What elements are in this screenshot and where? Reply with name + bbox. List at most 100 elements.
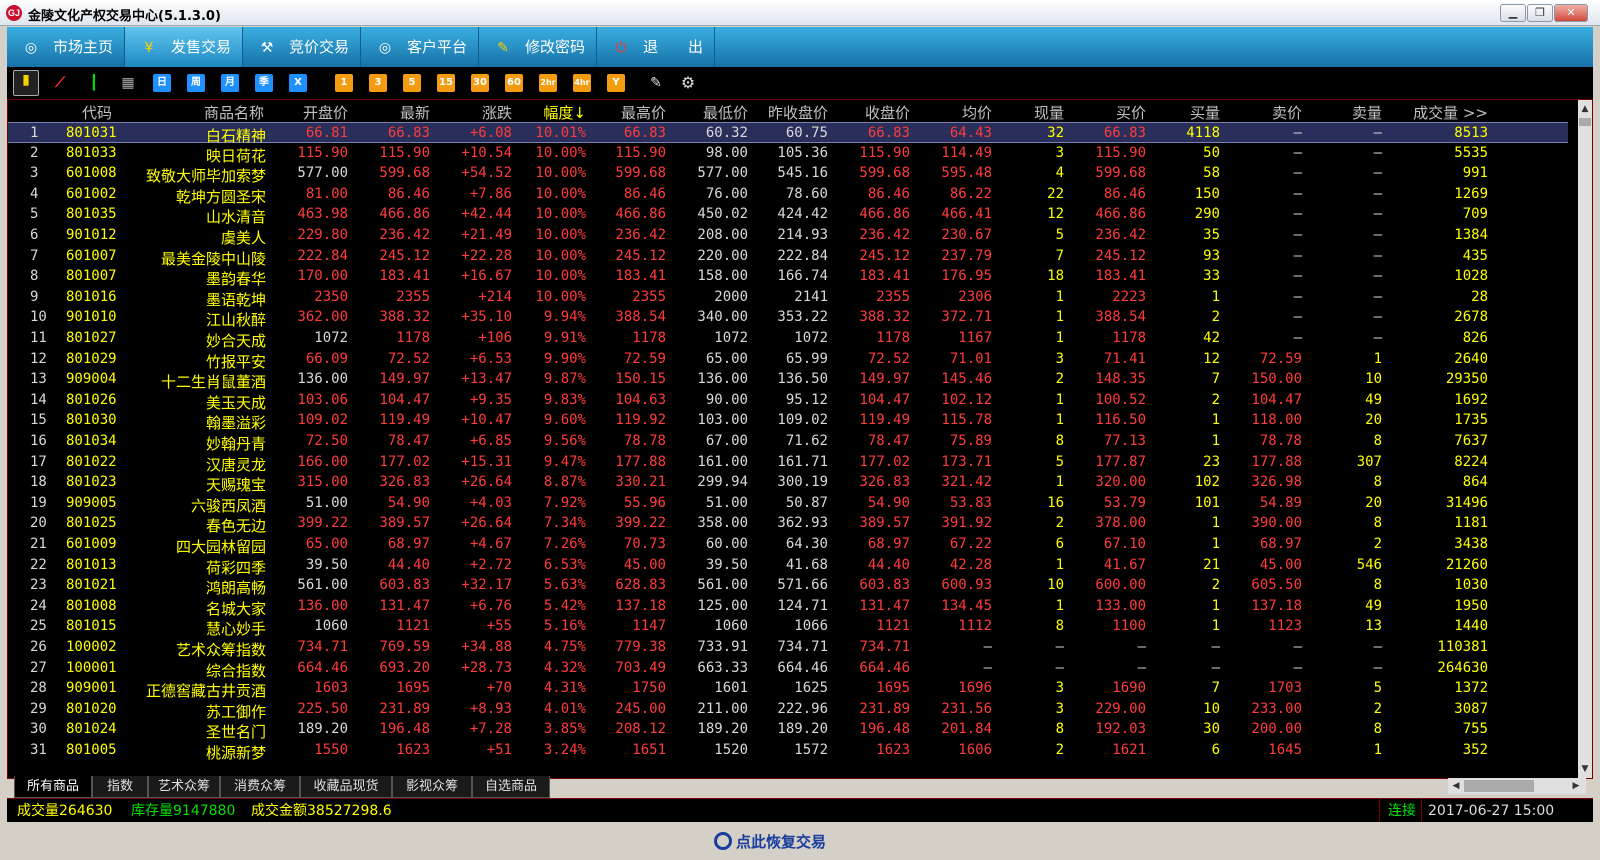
- nav-auction-button[interactable]: ⚒ 竞价交易: [243, 27, 361, 67]
- table-row[interactable]: 12 801029 竹报平安 66.09 72.52 +6.53 9.90% 72.59 65.…: [8, 349, 1568, 371]
- cell: 7.92%: [543, 494, 586, 511]
- nav-yuan-button[interactable]: ¥ 发售交易: [125, 27, 243, 67]
- restore-trading-link[interactable]: 点此恢复交易: [736, 831, 826, 852]
- table-row[interactable]: 2 801033 映日荷花 115.90 115.90 +10.54 10.00% 115.9…: [8, 143, 1568, 165]
- table-row[interactable]: 28 909001 正德窖藏古井贡酒 1603 1695 +70 4.31% 1750 1601…: [8, 678, 1568, 700]
- cell: 1621: [1112, 742, 1146, 758]
- table-row[interactable]: 14 801026 美玉天成 103.06 104.47 +9.35 9.83% 104.63…: [8, 390, 1568, 412]
- table-row[interactable]: 22 801013 荷彩四季 39.50 44.40 +2.72 6.53% 45.00 39.…: [8, 555, 1568, 577]
- table-row[interactable]: 24 801008 名城大家 136.00 131.47 +6.76 5.42% 137.18…: [8, 596, 1568, 618]
- cell: 264630: [1437, 659, 1488, 676]
- line-chart-icon[interactable]: ⟋: [51, 74, 69, 92]
- restore-window-button[interactable]: ❐: [1527, 4, 1553, 22]
- table-row[interactable]: 27 100001 综合指数 664.46 693.20 +28.73 4.32% 703.4…: [8, 658, 1568, 680]
- minute-8-button[interactable]: Y: [607, 74, 625, 92]
- cell: +6.85: [469, 433, 512, 449]
- bar-chart-icon[interactable]: ▮: [13, 70, 39, 96]
- minute-7-button[interactable]: 4hr: [573, 74, 591, 92]
- cell: 300.19: [777, 474, 828, 491]
- table-row[interactable]: 23 801021 鸿朗高畅 561.00 603.83 +32.17 5.63% 628.8…: [8, 575, 1568, 597]
- vertical-scrollbar[interactable]: ▲ ▼: [1578, 100, 1592, 778]
- table-row[interactable]: 21 601009 四大园林留园 65.00 68.97 +4.67 7.26% 70.73 6…: [8, 534, 1568, 556]
- table-row[interactable]: 5 801035 山水清音 463.98 466.86 +42.44 10.00% 466.8…: [8, 204, 1568, 226]
- table-row[interactable]: 26 100002 艺术众筹指数 734.71 769.59 +34.88 4.75% 779…: [8, 637, 1568, 659]
- cell: 183.41: [615, 268, 666, 285]
- scroll-up-icon[interactable]: ▲: [1579, 102, 1591, 116]
- period-2-button[interactable]: 月: [221, 74, 239, 92]
- table-row[interactable]: 15 801030 翰墨溢彩 109.02 119.49 +10.47 9.60% 119.9…: [8, 410, 1568, 432]
- settings-gear-icon[interactable]: ⚙: [679, 74, 697, 92]
- tab-3[interactable]: 消费众筹: [220, 776, 300, 798]
- nav-key-button[interactable]: ✎ 修改密码: [479, 27, 597, 67]
- table-row[interactable]: 17 801022 汉唐灵龙 166.00 177.02 +15.31 9.47% 177.8…: [8, 452, 1568, 474]
- table-row[interactable]: 11 801027 妙合天成 1072 1178 +106 9.91% 1178 1072 107…: [8, 328, 1568, 350]
- cell: 389.57: [379, 515, 430, 532]
- table-row[interactable]: 10 901010 江山秋醉 362.00 388.32 +35.10 9.94% 388.5…: [8, 307, 1568, 329]
- table-row[interactable]: 1 801031 白石精神 66.81 66.83 +6.08 10.01% 66.83 60.…: [8, 122, 1568, 145]
- candle-chart-icon[interactable]: ┃: [85, 74, 103, 92]
- period-3-button[interactable]: 季: [255, 74, 273, 92]
- table-row[interactable]: 8 801007 墨韵春华 170.00 183.41 +16.67 10.00% 183.4…: [8, 266, 1568, 288]
- minute-1-button[interactable]: 3: [369, 74, 387, 92]
- cell: 8: [1373, 433, 1382, 449]
- table-row[interactable]: 9 801016 墨语乾坤 2350 2355 +214 10.00% 2355 2000 214…: [8, 287, 1568, 309]
- period-0-button[interactable]: 日: [153, 74, 171, 92]
- main-nav: ◎ 市场主页 ¥ 发售交易 ⚒ 竞价交易 ◎ 客户平台 ✎ 修改密码 ⏻ 退 出: [7, 27, 1593, 67]
- tab-4[interactable]: 收藏品现货: [300, 776, 392, 798]
- nav-power-button[interactable]: ⏻ 退 出: [597, 27, 715, 67]
- minute-5-button[interactable]: 60: [505, 74, 523, 92]
- product-code: 801035: [66, 206, 117, 223]
- minimize-button[interactable]: ▁: [1500, 4, 1526, 22]
- table-row[interactable]: 29 801020 苏工御作 225.50 231.89 +8.93 4.01% 245.00…: [8, 699, 1568, 721]
- restore-icon[interactable]: [714, 832, 732, 850]
- table-row[interactable]: 4 601002 乾坤方圆圣宋 81.00 86.46 +7.86 10.00% 86.46 7…: [8, 184, 1568, 206]
- cell: 161.00: [697, 453, 748, 470]
- cell: 2: [1055, 371, 1064, 388]
- tab-1[interactable]: 指数: [92, 776, 148, 798]
- table-row[interactable]: 16 801034 妙翰丹青 72.50 78.47 +6.85 9.56% 78.78 67.…: [8, 431, 1568, 453]
- table-row[interactable]: 25 801015 慧心妙手 1060 1121 +55 5.16% 1147 1060 1066…: [8, 616, 1568, 638]
- table-row[interactable]: 3 601008 致敬大师毕加索梦 577.00 599.68 +54.52 10.00% 5…: [8, 163, 1568, 185]
- minute-0-button[interactable]: 1: [335, 74, 353, 92]
- cell: 45.00: [623, 556, 666, 573]
- cell: 2: [1211, 309, 1220, 326]
- scroll-right-icon[interactable]: ▶: [1570, 779, 1582, 793]
- table-row[interactable]: 30 801024 圣世名门 189.20 196.48 +7.28 3.85% 208.12…: [8, 719, 1568, 741]
- table-row[interactable]: 19 909005 六骏西凤酒 51.00 54.90 +4.03 7.92% 55.96 51…: [8, 493, 1568, 515]
- nav-client-button[interactable]: ◎ 客户平台: [361, 27, 479, 67]
- calendar-icon[interactable]: ▦: [119, 74, 137, 92]
- draw-tool-icon[interactable]: ✎: [647, 74, 665, 92]
- period-4-button[interactable]: X: [289, 74, 307, 92]
- table-row[interactable]: 31 801005 桃源新梦 1550 1623 +51 3.24% 1651 1520 1572…: [8, 740, 1568, 762]
- minute-6-button[interactable]: 2hr: [539, 74, 557, 92]
- scroll-thumb[interactable]: [1579, 118, 1591, 126]
- minute-2-button[interactable]: 5: [403, 74, 421, 92]
- cell: 28: [1471, 288, 1488, 305]
- close-button[interactable]: ✕: [1554, 4, 1588, 22]
- cell: 1384: [1454, 227, 1488, 243]
- period-1-button[interactable]: 周: [187, 74, 205, 92]
- hscroll-thumb[interactable]: [1464, 780, 1534, 792]
- table-row[interactable]: 6 901012 虞美人 229.80 236.42 +21.49 10.00% 236.42…: [8, 225, 1568, 247]
- row-index: 12: [30, 350, 47, 367]
- table-row[interactable]: 13 909004 十二生肖鼠董酒 136.00 149.97 +13.47 9.87% 15…: [8, 369, 1568, 391]
- tab-2[interactable]: 艺术众筹: [148, 776, 220, 798]
- tab-0[interactable]: 所有商品: [14, 776, 92, 798]
- horizontal-scrollbar[interactable]: ◀ ▶: [1448, 778, 1586, 794]
- cell: 103.06: [297, 391, 348, 408]
- cell: 466.86: [1095, 206, 1146, 223]
- tab-5[interactable]: 影视众筹: [392, 776, 472, 798]
- cell: 9.94%: [543, 309, 586, 326]
- minute-3-button[interactable]: 15: [437, 74, 455, 92]
- table-row[interactable]: 20 801025 春色无边 399.22 389.57 +26.64 7.34% 399.2…: [8, 513, 1568, 535]
- cell: 21: [1203, 556, 1220, 573]
- nav-home-button[interactable]: ◎ 市场主页: [7, 27, 125, 67]
- scroll-down-icon[interactable]: ▼: [1579, 762, 1591, 776]
- minute-4-button[interactable]: 30: [471, 74, 489, 92]
- table-row[interactable]: 7 601007 最美金陵中山陵 222.84 245.12 +22.28 10.00% 24…: [8, 246, 1568, 268]
- scroll-left-icon[interactable]: ◀: [1450, 779, 1462, 793]
- cell: 399.22: [615, 515, 666, 532]
- tab-6[interactable]: 自选商品: [472, 776, 550, 798]
- table-row[interactable]: 18 801023 天赐瑰宝 315.00 326.83 +26.64 8.87% 330.2…: [8, 472, 1568, 494]
- cell: 229.80: [297, 227, 348, 243]
